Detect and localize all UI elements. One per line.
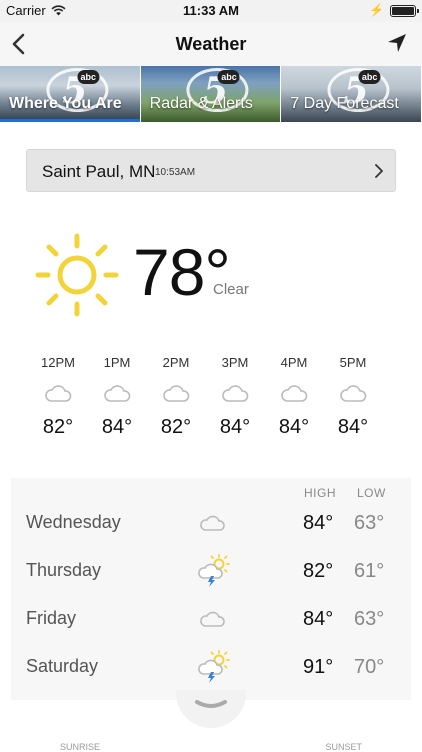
daily-row: Saturday 91° 70° xyxy=(11,644,411,692)
day-low: 61° xyxy=(354,560,385,582)
hour-time: 1PM xyxy=(103,355,131,370)
tab-label: Radar & Alerts xyxy=(149,95,253,112)
hour-temp: 84° xyxy=(101,416,133,438)
hour-time: 3PM xyxy=(221,355,249,370)
hourly-item: 12PM 82° xyxy=(28,355,88,439)
hour-temp: 82° xyxy=(42,416,74,438)
tab-7-day-forecast[interactable]: 5 abc 7 Day Forecast xyxy=(281,66,422,122)
hourly-item: 5PM 84° xyxy=(323,355,383,439)
high-column-header: HIGH xyxy=(304,486,336,500)
day-name: Thursday xyxy=(26,560,102,580)
thunderstorm-sun-icon xyxy=(198,650,230,683)
day-high: 82° xyxy=(303,560,334,582)
hourly-forecast[interactable]: 12PM 82° 1PM 84° 2PM 82° 3PM 84° 4PM 84°… xyxy=(0,355,422,455)
cloud-icon xyxy=(45,385,72,402)
hour-temp: 84° xyxy=(337,416,369,438)
day-low: 63° xyxy=(354,512,385,534)
hour-time: 2PM xyxy=(162,355,190,370)
day-low: 70° xyxy=(354,656,385,678)
day-name: Saturday xyxy=(26,656,99,676)
location-city: Saint Paul, MN xyxy=(42,162,156,181)
daily-forecast: HIGH LOW Wednesday 84° 63° Thursday 82° … xyxy=(11,478,411,700)
location-arrow-icon[interactable] xyxy=(386,32,408,54)
daily-row: Friday 84° 63° xyxy=(11,596,411,644)
day-high: 84° xyxy=(303,608,334,630)
hour-time: 12PM xyxy=(41,355,75,370)
chevron-down-icon xyxy=(195,700,227,708)
section-tabs: 5 abc Where You Are 5 abc Radar & Alerts… xyxy=(0,66,422,122)
logo-network: abc xyxy=(358,70,381,84)
nav-bar: Weather xyxy=(0,22,422,66)
sunrise-label: SUNRISE xyxy=(60,742,101,752)
active-tab-indicator xyxy=(0,119,140,122)
sun-times: SUNRISE SUNSET xyxy=(0,740,422,752)
sunset-label: SUNSET xyxy=(325,742,362,752)
hourly-item: 1PM 84° xyxy=(87,355,147,439)
logo-network: abc xyxy=(77,70,100,84)
hour-time: 5PM xyxy=(339,355,367,370)
location-updated-time: 10:53AM xyxy=(155,167,196,178)
battery-icon xyxy=(390,5,419,17)
tab-radar-alerts[interactable]: 5 abc Radar & Alerts xyxy=(140,66,282,122)
sun-icon xyxy=(35,233,119,317)
expand-drawer-button[interactable] xyxy=(176,690,246,728)
hour-temp: 84° xyxy=(219,416,251,438)
day-name: Wednesday xyxy=(26,512,121,532)
daily-row: Thursday 82° 61° xyxy=(11,548,411,596)
current-condition: Clear xyxy=(213,281,249,298)
thunderstorm-sun-icon xyxy=(198,554,230,587)
tab-where-you-are[interactable]: 5 abc Where You Are xyxy=(0,66,141,122)
hourly-item: 3PM 84° xyxy=(205,355,265,439)
status-time: 11:33 AM xyxy=(183,3,239,18)
low-column-header: LOW xyxy=(357,486,386,500)
chevron-right-icon xyxy=(375,164,383,178)
cloud-icon xyxy=(200,611,225,627)
cloud-icon xyxy=(222,385,249,402)
hour-temp: 82° xyxy=(160,416,192,438)
day-high: 84° xyxy=(303,512,334,534)
cloud-icon xyxy=(200,515,225,531)
cloud-icon xyxy=(163,385,190,402)
tab-label: Where You Are xyxy=(9,95,122,112)
daily-row: Wednesday 84° 63° xyxy=(11,500,411,548)
day-name: Friday xyxy=(26,608,77,628)
charging-icon: ⚡ xyxy=(369,3,384,17)
hour-temp: 84° xyxy=(278,416,310,438)
tab-label: 7 Day Forecast xyxy=(290,95,399,112)
hourly-item: 2PM 82° xyxy=(146,355,206,439)
day-high: 91° xyxy=(303,656,334,678)
hour-time: 4PM xyxy=(280,355,308,370)
hourly-item: 4PM 84° xyxy=(264,355,324,439)
cloud-icon xyxy=(340,385,367,402)
location-selector[interactable]: Saint Paul, MN 10:53AM xyxy=(26,149,396,192)
cloud-icon xyxy=(281,385,308,402)
status-bar: Carrier 11:33 AM ⚡ xyxy=(0,0,422,22)
day-low: 63° xyxy=(354,608,385,630)
logo-network: abc xyxy=(217,70,240,84)
page-title: Weather xyxy=(175,34,247,54)
cloud-icon xyxy=(104,385,131,402)
current-temperature: 78° xyxy=(133,235,231,309)
